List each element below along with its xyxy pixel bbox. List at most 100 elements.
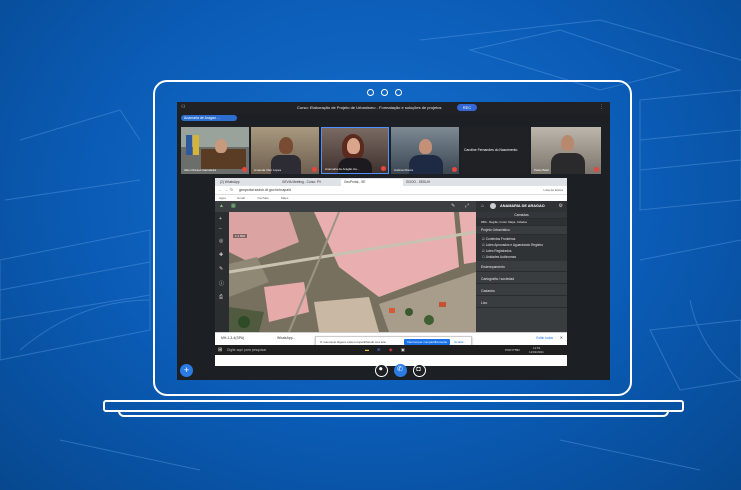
participant-name: Anamaria de Aragão Go... xyxy=(325,167,360,171)
home-icon[interactable]: ⌂ xyxy=(481,203,484,209)
mic-button[interactable]: ⏺ xyxy=(375,364,388,377)
bookmark-item[interactable]: YouTube xyxy=(257,196,269,200)
bookmark-item[interactable]: Maps xyxy=(281,196,288,200)
participant-name: Andrea Moura xyxy=(394,168,414,172)
recording-badge: REC xyxy=(457,104,477,111)
close-icon[interactable]: ✕ xyxy=(560,335,563,340)
layers-icon[interactable]: ▦ xyxy=(231,203,236,209)
participant-tile[interactable]: Caroline Fernandes do Nascimento xyxy=(461,127,529,174)
mic-off-icon xyxy=(594,167,599,172)
hide-button[interactable]: Ocultar xyxy=(454,340,464,344)
laptop-base-bottom xyxy=(118,411,669,417)
participant-tile[interactable]: Allen Moraes Gameleira xyxy=(181,127,249,174)
bookmark-item[interactable]: Apps xyxy=(219,196,226,200)
logo-icon: ▲ xyxy=(219,203,224,209)
stop-sharing-button[interactable]: Interromper compartilhamento xyxy=(404,338,451,345)
layer-list: ☑ Contextos Fronteiras ☑ Lotes Aprovados… xyxy=(476,235,567,261)
map-scale: 1:1 500 xyxy=(233,234,248,238)
user-name: ANAMARIA DE ARAGAO xyxy=(500,204,545,208)
webcam-dot-right xyxy=(395,89,402,96)
mail-icon[interactable]: ✉ xyxy=(377,347,380,352)
webcam-dot-center xyxy=(381,89,388,96)
section-projeto[interactable]: Projeto Urbanístico xyxy=(476,226,567,235)
settings-icon[interactable]: ⚙ xyxy=(559,203,563,209)
layers-panel: ⌂ ANAMARIA DE ARAGAO ⚙ Camadas RBA - Reg… xyxy=(476,201,567,332)
participant-tile-active[interactable]: Anamaria de Aragão Go... xyxy=(321,127,389,174)
draw-icon[interactable]: ✎ xyxy=(219,266,223,272)
mic-off-icon xyxy=(242,167,247,172)
section-cadastro[interactable]: Cadastro xyxy=(476,287,567,296)
meeting-top-bar: ⚇ Curso: Elaboração de Projeto de Urbani… xyxy=(177,102,610,114)
phone-icon: ✆ xyxy=(397,366,403,373)
windows-taskbar: ⊞ Digite aqui para pesquisar ▬ ✉ ◉ ▣ POR… xyxy=(215,345,567,355)
menu-icon[interactable]: ⋮ xyxy=(599,104,604,110)
folder-icon[interactable]: ▬ xyxy=(365,347,369,352)
participant-tile[interactable]: Paulo Batic xyxy=(531,127,601,174)
presenter-chip[interactable]: Anamaria de Aragao ... xyxy=(181,115,237,121)
participant-name: Allen Moraes Gameleira xyxy=(184,168,217,172)
download-item[interactable]: WhatsApp... xyxy=(277,336,295,340)
participant-name: Paulo Batic xyxy=(534,168,550,172)
meeting-title: Curso: Elaboração de Projeto de Urbanism… xyxy=(297,105,442,110)
expand-icon[interactable]: ⤢ xyxy=(465,203,469,209)
browser-tab[interactable]: (2) WhatsApp xyxy=(217,179,279,186)
camera-icon: ◘ xyxy=(416,366,421,373)
notification-text: O manuseio.itlgeovi está compartilhando … xyxy=(320,339,387,344)
clock-time: 11:51 xyxy=(533,345,541,350)
participant-tile[interactable]: Andrea Moura xyxy=(391,127,459,174)
participant-name: Amanda Vitor Lopes xyxy=(254,168,282,172)
shared-screen: (2) WhatsApp GEVIA Meeting - Curso: PV G… xyxy=(215,178,567,366)
zoom-out-icon[interactable]: − xyxy=(219,226,222,232)
bookmark-item[interactable]: Gmail xyxy=(237,196,245,200)
locate-icon[interactable]: ◎ xyxy=(219,238,223,244)
map-tools: + − ◎ ✚ ✎ ⓘ ⎙ xyxy=(215,212,229,332)
search-hint: RBA - Região, Fonte: Mapa, Cidades xyxy=(476,219,567,226)
people-icon[interactable]: ⚇ xyxy=(181,104,185,110)
mic-off-icon xyxy=(312,167,317,172)
panel-title: Camadas xyxy=(476,212,567,219)
zoom-in-icon[interactable]: + xyxy=(219,216,222,222)
taskbar-search[interactable]: Digite aqui para pesquisar xyxy=(227,348,266,352)
section-lixo[interactable]: Lixo xyxy=(476,299,567,308)
laptop-screen: ⚇ Curso: Elaboração de Projeto de Urbani… xyxy=(177,102,610,380)
layer-checkbox[interactable]: ☑ Lotes Registrados xyxy=(482,249,511,253)
section-enderecamento[interactable]: Endereçamento xyxy=(476,263,567,272)
forward-icon[interactable]: → xyxy=(224,187,228,192)
edit-icon[interactable]: ✎ xyxy=(451,203,455,209)
address-bar[interactable]: ← → ↻ geoportal.seduh.df.gov.br/mapa/# L… xyxy=(215,186,567,195)
map-imagery xyxy=(229,212,476,332)
measure-icon[interactable]: ✚ xyxy=(219,252,223,258)
avatar[interactable] xyxy=(490,203,496,209)
browser-tabbar: (2) WhatsApp GEVIA Meeting - Curso: PV G… xyxy=(215,178,567,186)
back-icon[interactable]: ← xyxy=(218,187,222,192)
browser-tab[interactable]: GOOO - SEDUH xyxy=(403,179,465,186)
participant-name: Caroline Fernandes do Nascimento xyxy=(464,148,518,152)
mic-icon: ⏺ xyxy=(379,366,383,373)
show-all-link[interactable]: Exibir todos xyxy=(536,336,553,340)
language-indicator[interactable]: POR PTB2 xyxy=(505,348,520,352)
print-icon[interactable]: ⎙ xyxy=(219,294,223,300)
layer-checkbox[interactable]: ☐ Unidades Autônomas xyxy=(482,255,516,259)
reload-icon[interactable]: ↻ xyxy=(230,187,233,192)
hangup-button[interactable]: ✆ xyxy=(394,364,407,377)
browser-tab-active[interactable]: GeoPortal - SE xyxy=(341,179,403,186)
add-button[interactable]: + xyxy=(180,364,193,377)
camera-button[interactable]: ◘ xyxy=(413,364,426,377)
chrome-icon[interactable]: ◉ xyxy=(389,347,393,352)
layer-checkbox[interactable]: ☑ Contextos Fronteiras xyxy=(482,237,515,241)
mic-off-icon xyxy=(381,166,386,171)
clock-date: 11/01/2021 xyxy=(529,350,544,354)
participant-tile[interactable]: Amanda Vitor Lopes xyxy=(251,127,319,174)
info-icon[interactable]: ⓘ xyxy=(219,280,224,287)
browser-tab[interactable]: GEVIA Meeting - Curso: PV xyxy=(279,179,341,186)
layer-checkbox[interactable]: ☑ Lotes Aprovados e Aguardando Registro xyxy=(482,243,543,247)
mic-off-icon xyxy=(452,167,457,172)
reading-list[interactable]: Lista de leitura xyxy=(543,188,563,192)
download-item[interactable]: MH-1-3-4(SPA) xyxy=(221,336,244,340)
section-cartografia[interactable]: Cartografia / sociedad xyxy=(476,275,567,284)
webcam-dot-left xyxy=(367,89,374,96)
url-text[interactable]: geoportal.seduh.df.gov.br/mapa/# xyxy=(239,188,291,192)
satellite-map[interactable]: 1:1 500 xyxy=(229,212,476,332)
windows-start-icon[interactable]: ⊞ xyxy=(218,347,222,353)
app-icon[interactable]: ▣ xyxy=(401,347,405,352)
